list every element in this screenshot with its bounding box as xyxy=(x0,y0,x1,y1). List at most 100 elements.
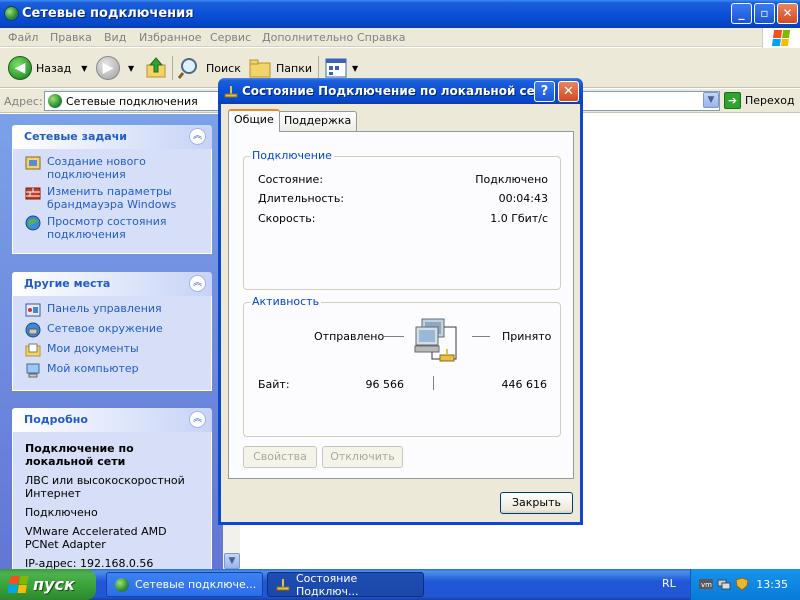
tab-support[interactable]: Поддержка xyxy=(278,111,358,131)
folders-label: Папки xyxy=(276,61,312,75)
place-my-computer[interactable]: Мой компьютер xyxy=(25,362,199,378)
window-title: Сетевые подключения xyxy=(22,6,194,21)
back-button[interactable]: ◀ Назад ▼ xyxy=(8,54,87,82)
taskbar: пуск Сетевые подключе... Состояние Подкл… xyxy=(0,569,800,600)
network-tasks-title: Сетевые задачи xyxy=(24,130,127,143)
sent-label: Отправлено xyxy=(314,330,385,343)
forward-dropdown-icon[interactable]: ▼ xyxy=(128,64,134,73)
details-body: Подключение по локальной сети ЛВС или вы… xyxy=(12,432,212,569)
toolbar-separator xyxy=(318,56,319,80)
start-button[interactable]: пуск xyxy=(0,569,96,600)
svg-text:vm: vm xyxy=(701,581,712,589)
go-button[interactable]: ➔ Переход xyxy=(724,92,795,109)
menu-help[interactable]: Справка xyxy=(357,31,405,44)
menu-favorites[interactable]: Избранное xyxy=(139,31,201,44)
go-arrow-icon: ➔ xyxy=(724,92,741,109)
maximize-button[interactable]: ▫ xyxy=(754,3,775,24)
bytes-received-value: 446 616 xyxy=(501,378,548,391)
other-places-title: Другие места xyxy=(24,277,111,290)
menu-file[interactable]: Файл xyxy=(8,31,38,44)
control-panel-icon xyxy=(25,303,41,317)
new-connection-icon xyxy=(25,156,41,170)
start-label: пуск xyxy=(33,575,75,594)
collapse-icon[interactable]: ︽ xyxy=(189,128,206,145)
tab-page-general: Подключение Состояние: Подключено Длител… xyxy=(228,131,574,479)
menu-tools[interactable]: Сервис xyxy=(210,31,251,44)
place-my-computer-label: Мой компьютер xyxy=(47,362,139,375)
dialog-help-button[interactable]: ? xyxy=(534,81,555,102)
windows-flag-icon xyxy=(771,30,791,46)
network-tray-icon[interactable] xyxy=(717,577,731,591)
clock[interactable]: 13:35 xyxy=(756,578,788,591)
place-my-documents-label: Мои документы xyxy=(47,342,139,355)
details-panel: Подробно ︽ Подключение по локальной сети… xyxy=(12,408,212,569)
close-window-button[interactable]: ✕ xyxy=(777,3,798,24)
properties-button[interactable]: Свойства xyxy=(243,446,317,468)
scroll-down-button[interactable]: ▼ xyxy=(224,553,240,569)
collapse-icon[interactable]: ︽ xyxy=(189,275,206,292)
task-create-connection[interactable]: Создание нового подключения xyxy=(25,155,199,181)
up-folder-button[interactable] xyxy=(144,54,168,82)
minimize-button[interactable]: _ xyxy=(731,3,752,24)
search-icon xyxy=(178,58,197,79)
network-tasks-panel: Сетевые задачи ︽ Создание нового подключ… xyxy=(12,125,212,254)
speed-row: Скорость: 1.0 Гбит/с xyxy=(258,212,548,225)
place-network-neighborhood[interactable]: Сетевое окружение xyxy=(25,322,199,338)
back-dropdown-icon[interactable]: ▼ xyxy=(81,64,87,73)
connection-group: Подключение Состояние: Подключено Длител… xyxy=(243,149,561,290)
task-pane: Сетевые задачи ︽ Создание нового подключ… xyxy=(0,114,223,569)
place-control-panel[interactable]: Панель управления xyxy=(25,302,199,318)
network-folder-icon xyxy=(4,6,19,21)
windows-flag-icon xyxy=(7,576,29,593)
firewall-icon xyxy=(25,187,41,200)
address-label: Адрес: xyxy=(4,95,43,108)
collapse-icon[interactable]: ︽ xyxy=(189,411,206,428)
details-header[interactable]: Подробно ︽ xyxy=(12,408,212,432)
toolbar-separator xyxy=(172,56,173,80)
window-titlebar[interactable]: Сетевые подключения _ ▫ ✕ xyxy=(0,0,800,28)
forward-arrow-icon: ▶ xyxy=(96,56,120,80)
taskbar-status-dialog[interactable]: Состояние Подключ... xyxy=(267,572,424,598)
close-button[interactable]: Закрыть xyxy=(500,492,573,514)
dialog-close-button[interactable]: ✕ xyxy=(558,81,579,102)
details-connection-type: ЛВС или высокоскоростной Интернет xyxy=(25,474,185,500)
received-line xyxy=(472,336,490,337)
menu-advanced[interactable]: Дополнительно xyxy=(262,31,353,44)
activity-group-title: Активность xyxy=(250,295,322,308)
network-tasks-header[interactable]: Сетевые задачи ︽ xyxy=(12,125,212,149)
speed-label: Скорость: xyxy=(258,212,316,225)
activity-group: Активность Отправлено Принято Байт: 96 5… xyxy=(243,295,561,437)
taskbar-network-connections-label: Сетевые подключе... xyxy=(135,578,257,591)
dialog-titlebar[interactable]: Состояние Подключение по локальной сети xyxy=(218,78,583,104)
sent-line xyxy=(384,336,404,337)
address-dropdown-button[interactable]: ▼ xyxy=(703,92,719,108)
language-indicator[interactable]: RL xyxy=(662,577,676,590)
views-dropdown-icon[interactable]: ▼ xyxy=(352,64,358,73)
task-firewall-settings-label: Изменить параметры брандмауэра Windows xyxy=(47,185,177,211)
bytes-sent-value: 96 566 xyxy=(365,378,405,391)
state-value: Подключено xyxy=(475,173,548,186)
dialog-body: Общие Поддержка Подключение Состояние: П… xyxy=(221,104,580,522)
tab-general[interactable]: Общие xyxy=(228,109,280,132)
vmware-tools-icon[interactable]: vm xyxy=(699,577,713,591)
bytes-divider xyxy=(433,376,434,390)
security-shield-icon[interactable] xyxy=(735,577,749,591)
menu-edit[interactable]: Правка xyxy=(50,31,92,44)
disable-button[interactable]: Отключить xyxy=(322,446,403,468)
task-view-status[interactable]: Просмотр состояния подключения xyxy=(25,215,199,241)
status-dialog: Состояние Подключение по локальной сети … xyxy=(218,78,583,525)
network-folder-icon xyxy=(115,577,129,592)
search-label: Поиск xyxy=(206,61,241,75)
documents-folder-icon xyxy=(25,343,41,357)
task-view-status-label: Просмотр состояния подключения xyxy=(47,215,167,241)
place-my-documents[interactable]: Мои документы xyxy=(25,342,199,358)
task-firewall-settings[interactable]: Изменить параметры брандмауэра Windows xyxy=(25,185,199,211)
dialog-title: Состояние Подключение по локальной сети xyxy=(242,84,551,98)
forward-button[interactable]: ▶ ▼ xyxy=(96,54,134,82)
taskbar-network-connections[interactable]: Сетевые подключе... xyxy=(106,572,263,597)
other-places-header[interactable]: Другие места ︽ xyxy=(12,272,212,296)
computer-icon xyxy=(26,363,40,378)
menu-view[interactable]: Вид xyxy=(104,31,126,44)
views-icon xyxy=(325,58,347,78)
network-folder-icon xyxy=(48,94,62,108)
